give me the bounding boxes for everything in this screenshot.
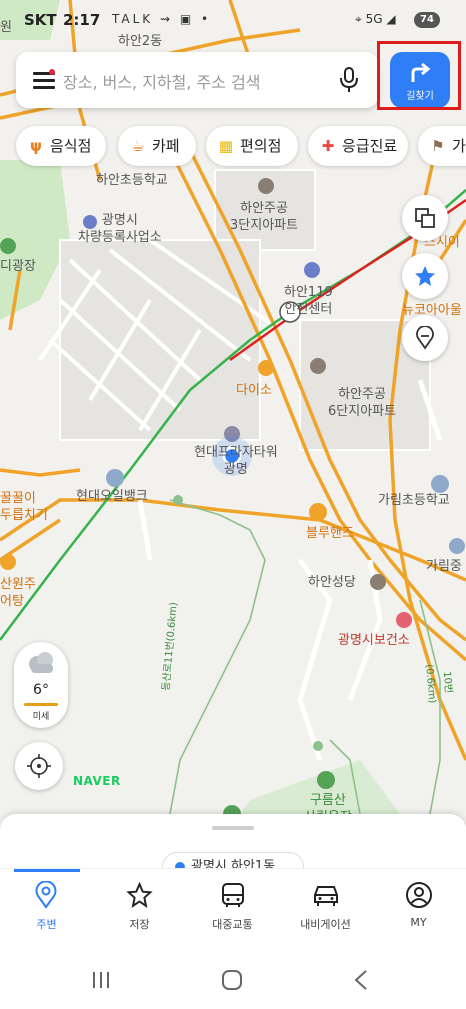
naver-logo: NAVER [73,774,121,788]
flag-icon: ⚑ [431,137,445,155]
current-location-button[interactable] [15,742,63,790]
chip-label: 편의점 [240,137,282,155]
location-pin-icon [35,881,57,909]
search-input[interactable]: 장소, 버스, 지하철, 주소 검색 [63,69,261,93]
chip-more[interactable]: ⚑ 가 [418,126,466,166]
map-label-garim-middle[interactable]: 가림중 [426,558,462,575]
map-label-plaza[interactable]: 디광장 [0,258,36,275]
map-label-church[interactable]: 하안성당 [308,574,356,591]
chip-emergency[interactable]: ✚ 응급진료 [308,126,408,166]
fork-knife-icon: ψ [30,137,42,155]
tab-label: MY [410,916,427,929]
map-label-car-office[interactable]: 광명시 차량등록사업소 [78,212,162,246]
battery-indicator: 74 [414,12,440,28]
status-bar: SKT 2:17 TALK ⇝ ▣ • ⌖ 5G ◢ 74 [0,0,466,40]
tab-nearby[interactable]: 주변 [0,869,93,941]
category-chips: ψ 음식점 ☕ 카페 ▦ 편의점 ✚ 응급진료 ⚑ 가 [16,126,466,166]
signal-icons: ⌖ 5G ◢ [355,12,396,26]
carrier-label: SKT [24,11,57,29]
chip-label: 응급진료 [342,137,398,155]
chip-label: 카페 [152,137,180,155]
medical-cross-icon: ✚ [321,137,335,155]
profile-icon [406,882,432,908]
tab-transit[interactable]: 대중교통 [186,869,279,941]
notification-icons: TALK ⇝ ▣ • [112,12,212,26]
system-navigation-bar [0,940,466,1009]
map-label-apartment-6[interactable]: 하안주공 6단지아파트 [328,386,396,420]
store-icon: ▦ [218,137,234,155]
location-marker-button[interactable] [402,315,448,361]
dust-level-bar [24,703,58,706]
map-label-sanwon[interactable]: 산원주 어탕 [0,576,36,610]
new-badge-dot [49,69,55,75]
car-icon [314,886,338,906]
microphone-icon[interactable] [338,66,360,94]
favorites-button[interactable] [402,253,448,299]
tab-label: 대중교통 [212,918,253,931]
bus-icon [222,883,244,907]
map-label-restaurant[interactable]: 꿀꿀이 두릅치기 [0,490,48,524]
star-icon [415,266,435,286]
recent-apps-icon[interactable] [91,970,111,990]
bottom-sheet[interactable]: 광명시 하안1동 [0,814,466,882]
clock: 2:17 [63,11,101,29]
map-label-fire-station[interactable]: 하안119 안전센터 [284,284,333,318]
menu-icon[interactable] [33,69,55,89]
map-label-garim-school[interactable]: 가림초등학교 [378,492,450,509]
map-label-trail-10: 10번(0.6km) [423,663,454,704]
sheet-handle[interactable] [212,826,254,830]
map-label-oilbank[interactable]: 현대오일뱅크 [76,488,148,505]
back-icon[interactable] [353,969,369,991]
chip-cafe[interactable]: ☕ 카페 [118,126,196,166]
tab-label: 저장 [129,918,150,931]
map-label-apartment-3[interactable]: 하안주공 3단지아파트 [230,200,298,234]
bottom-tab-bar: 주변 저장 대중교통 내비게이션 MY [0,868,466,941]
crosshair-icon [27,754,51,778]
tab-saved[interactable]: 저장 [93,869,186,941]
map-pin-icon [416,326,434,350]
layers-button[interactable] [402,195,448,241]
map-label-hyundai-tower[interactable]: 현대프라자타워 광명 [194,444,278,478]
chip-label: 가 [452,137,466,155]
tab-my[interactable]: MY [372,869,465,941]
cloud-icon [29,652,53,673]
weather-widget[interactable]: 6° 미세 [14,642,68,728]
temperature: 6° [33,682,49,698]
layers-icon [415,208,435,228]
map-label-health-center[interactable]: 광명시보건소 [338,632,410,649]
dust-label: 미세 [32,712,50,722]
star-icon [126,882,153,908]
coffee-cup-icon: ☕ [131,137,145,155]
highlight-box [377,41,461,110]
search-bar[interactable]: 장소, 버스, 지하철, 주소 검색 [16,52,378,108]
chip-restaurant[interactable]: ψ 음식점 [16,126,106,166]
map-label-school[interactable]: 하안초등학교 [96,172,168,189]
tab-label: 내비게이션 [300,918,351,931]
tab-label: 주변 [36,918,57,931]
home-icon[interactable] [221,969,243,991]
tab-navigation[interactable]: 내비게이션 [279,869,372,941]
chip-label: 음식점 [50,137,92,155]
map-label-daiso[interactable]: 다이소 [236,382,272,399]
chip-convenience-store[interactable]: ▦ 편의점 [206,126,298,166]
map-label-bluehands[interactable]: 블루핸즈 [306,525,354,542]
